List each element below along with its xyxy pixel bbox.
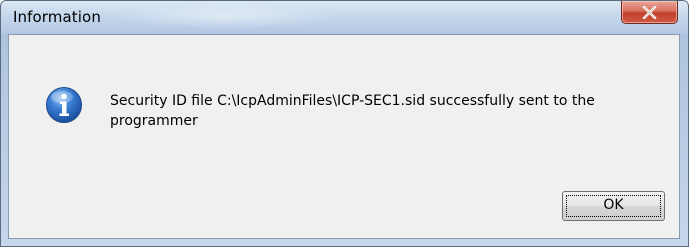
dialog-message: Security ID file C:\IcpAdminFiles\ICP-SE… <box>110 93 595 129</box>
title-bar[interactable]: Information <box>1 1 688 34</box>
title-bar-glare <box>111 3 341 29</box>
close-button[interactable] <box>621 1 678 24</box>
close-icon <box>642 6 657 19</box>
window-title: Information <box>13 8 101 26</box>
info-icon <box>45 86 83 124</box>
ok-button-label: OK <box>603 197 624 213</box>
information-dialog: Information Security ID file C:\IcpAdmin… <box>0 0 689 247</box>
ok-button[interactable]: OK <box>562 191 665 221</box>
